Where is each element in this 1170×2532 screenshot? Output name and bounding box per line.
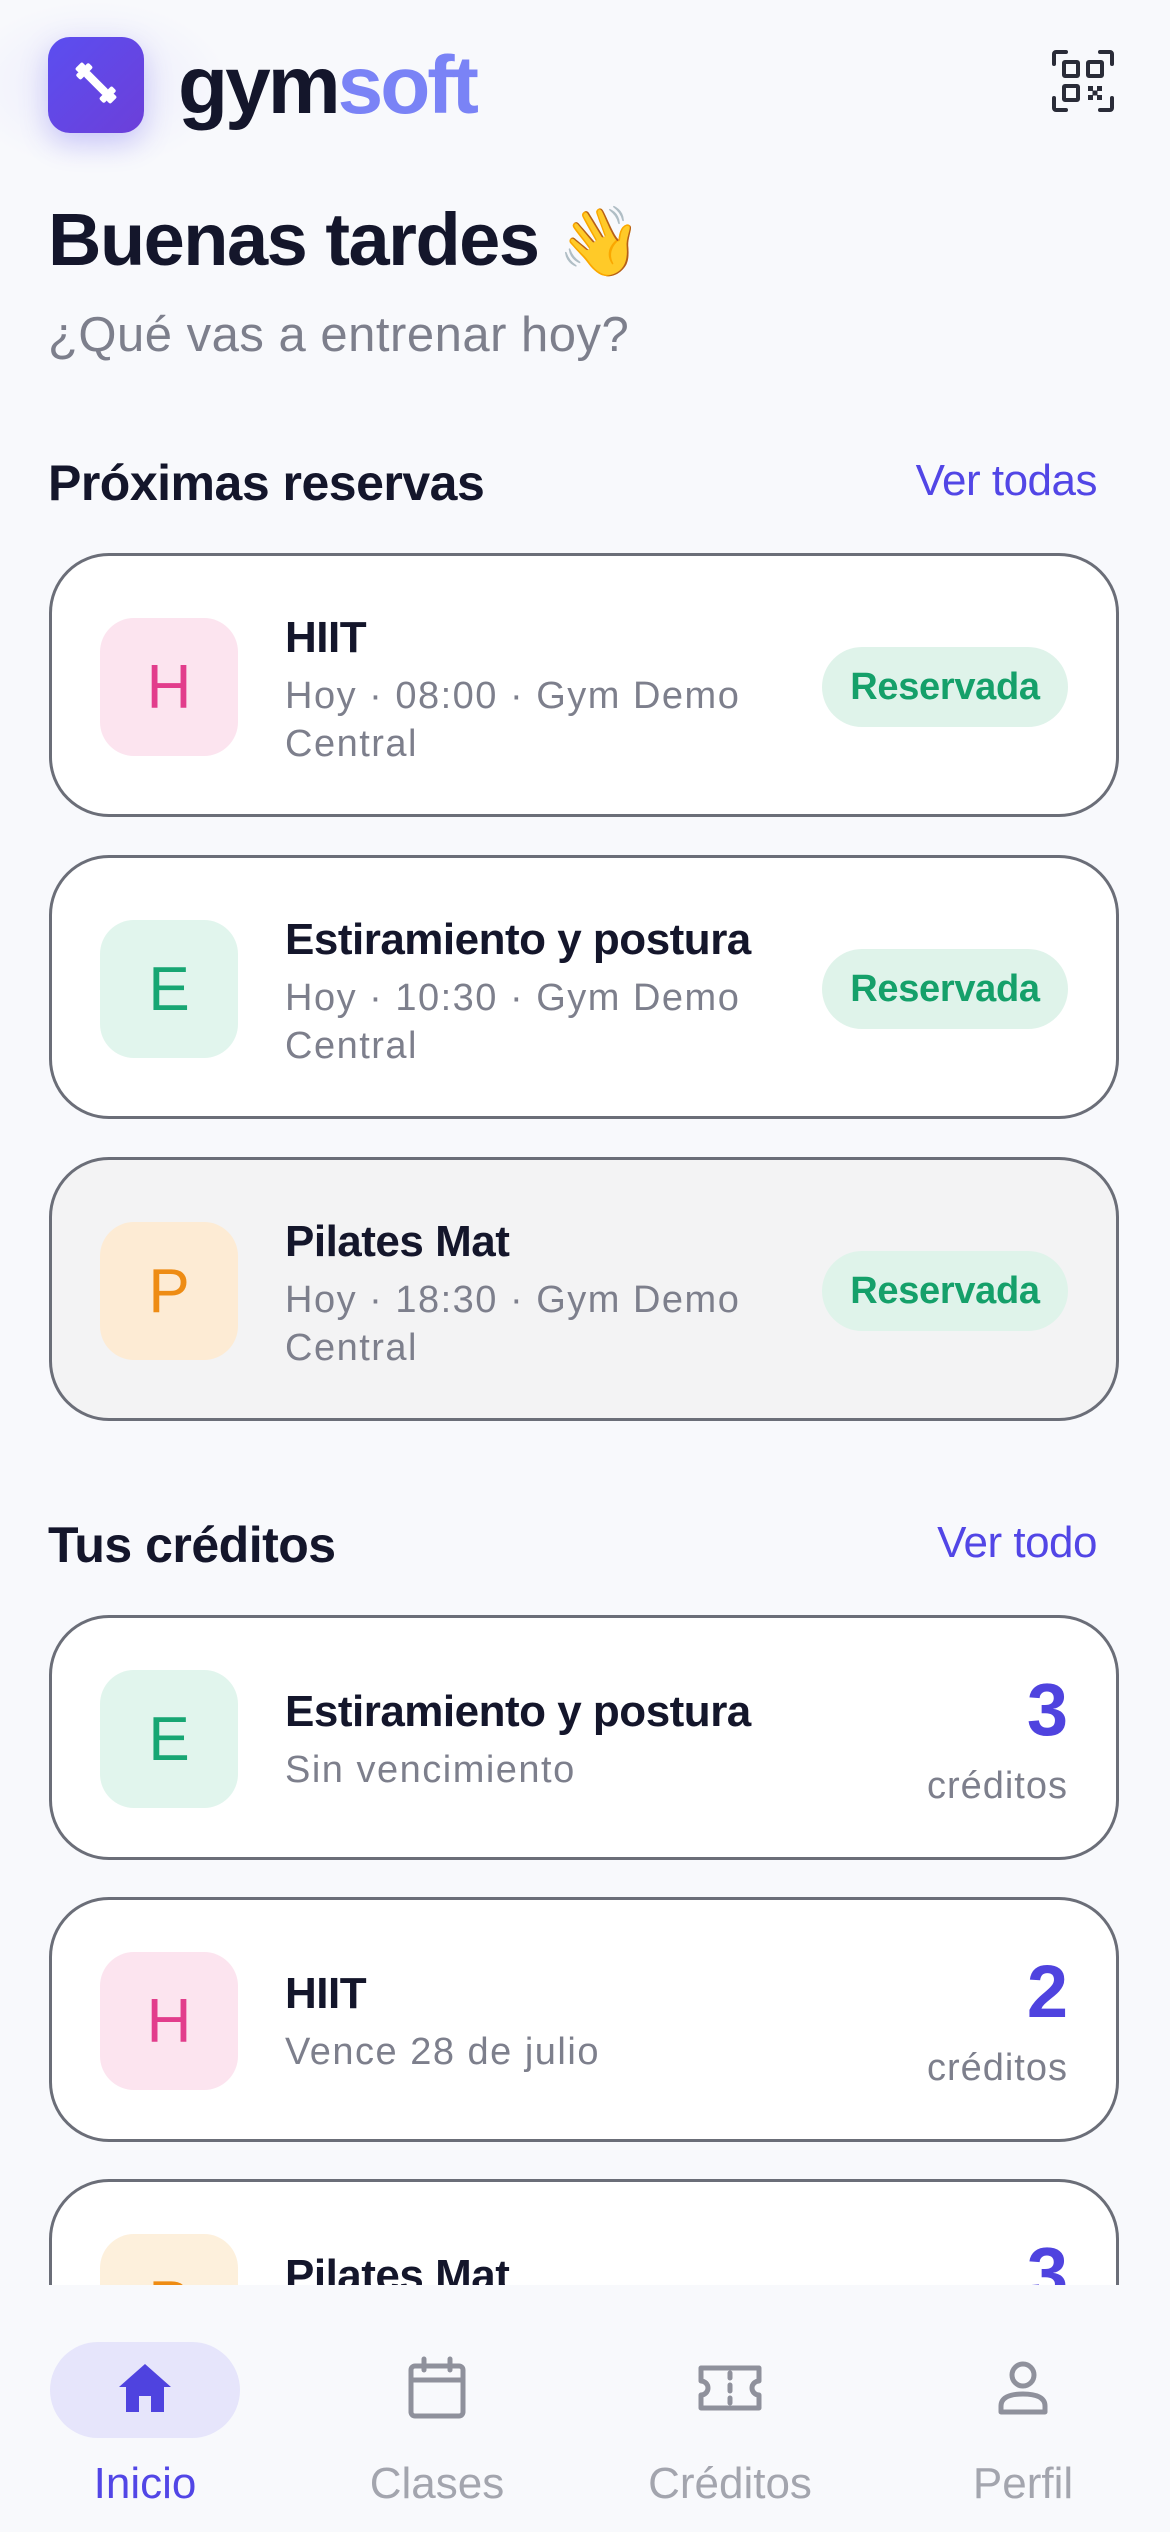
nav-item-creditos[interactable]: Créditos — [585, 2285, 875, 2532]
status-badge: Reservada — [822, 949, 1068, 1029]
brand-part-1: gym — [178, 40, 341, 131]
credit-count: 3 — [1026, 1668, 1068, 1751]
class-name: HIIT — [285, 1969, 367, 2018]
class-detail: Hoy · 10:30 · Gym Demo Central — [285, 977, 741, 1067]
status-badge: Reservada — [822, 1251, 1068, 1331]
nav-label: Inicio — [93, 2459, 197, 2508]
credit-count: 3 — [1026, 2232, 1068, 2286]
reservation-card-pilates[interactable]: P Pilates Mat Hoy · 18:30 · Gym Demo Cen… — [49, 1157, 1119, 1421]
class-name: Pilates Mat — [285, 1217, 510, 1266]
status-badge: Reservada — [822, 647, 1068, 727]
credit-card-estiramiento[interactable]: E Estiramiento y postura Sin vencimiento… — [49, 1615, 1119, 1860]
class-detail: Hoy · 08:00 · Gym Demo Central — [285, 675, 741, 765]
class-avatar: H — [100, 618, 238, 756]
credit-expiry: Sin vencimiento — [285, 1749, 576, 1791]
qr-code-icon — [1051, 49, 1115, 118]
nav-label: Perfil — [972, 2459, 1074, 2508]
credit-unit: créditos — [926, 2047, 1068, 2089]
reservation-card-estiramiento[interactable]: E Estiramiento y postura Hoy · 10:30 · G… — [49, 855, 1119, 1119]
credit-unit: créditos — [926, 1765, 1068, 1807]
nav-icon-container — [342, 2342, 532, 2438]
reservations-section-title: Próximas reservas — [48, 455, 485, 511]
class-avatar: P — [100, 2234, 238, 2285]
nav-item-perfil[interactable]: Perfil — [878, 2285, 1168, 2532]
ticket-icon — [697, 2362, 763, 2419]
credits-section-title: Tus créditos — [48, 1517, 336, 1573]
reservation-card-hiit[interactable]: H HIIT Hoy · 08:00 · Gym Demo Central Re… — [49, 553, 1119, 817]
dumbbell-icon — [70, 57, 122, 114]
qr-code-button[interactable] — [1050, 49, 1116, 118]
nav-label: Créditos — [648, 2459, 812, 2508]
nav-item-inicio[interactable]: Inicio — [0, 2285, 290, 2532]
nav-icon-container — [50, 2342, 240, 2438]
waving-hand-emoji: 👋 — [557, 204, 643, 280]
class-name: HIIT — [285, 613, 367, 662]
class-name: Estiramiento y postura — [285, 1687, 751, 1736]
home-icon — [116, 2361, 174, 2420]
credit-card-hiit[interactable]: H HIIT Vence 28 de julio 2 créditos — [49, 1897, 1119, 2142]
credit-card-pilates[interactable]: P Pilates Mat 3 — [49, 2179, 1119, 2285]
class-name: Pilates Mat — [285, 2251, 510, 2285]
brand-wordmark: gymsoft — [178, 40, 479, 132]
credit-expiry: Vence 28 de julio — [285, 2031, 600, 2073]
greeting-title: Buenas tardes 👋 — [48, 195, 643, 287]
app-header: gymsoft — [0, 0, 1170, 170]
class-avatar: H — [100, 1952, 238, 2090]
class-name: Estiramiento y postura — [285, 915, 751, 964]
nav-icon-container — [928, 2342, 1118, 2438]
user-icon — [996, 2360, 1050, 2421]
class-avatar: E — [100, 920, 238, 1058]
reservations-see-all-link[interactable]: Ver todas — [916, 451, 1098, 511]
greeting-text: Buenas tardes — [48, 198, 540, 281]
class-avatar: P — [100, 1222, 238, 1360]
credit-count: 2 — [1026, 1950, 1068, 2033]
credits-see-all-link[interactable]: Ver todo — [937, 1513, 1097, 1573]
calendar-icon — [407, 2356, 467, 2425]
bottom-navigation: Inicio Clases Créditos Perfil — [0, 2285, 1170, 2532]
class-avatar: E — [100, 1670, 238, 1808]
nav-item-clases[interactable]: Clases — [292, 2285, 582, 2532]
nav-icon-container — [635, 2342, 825, 2438]
logo-badge — [48, 37, 144, 133]
home-scroll-area[interactable]: gymsoft Buenas tardes 👋 ¿Qué vas a entre… — [0, 0, 1170, 2285]
greeting-subtitle: ¿Qué vas a entrenar hoy? — [48, 308, 630, 362]
nav-label: Clases — [369, 2459, 505, 2508]
brand-part-2: soft — [337, 40, 479, 131]
class-detail: Hoy · 18:30 · Gym Demo Central — [285, 1279, 741, 1369]
